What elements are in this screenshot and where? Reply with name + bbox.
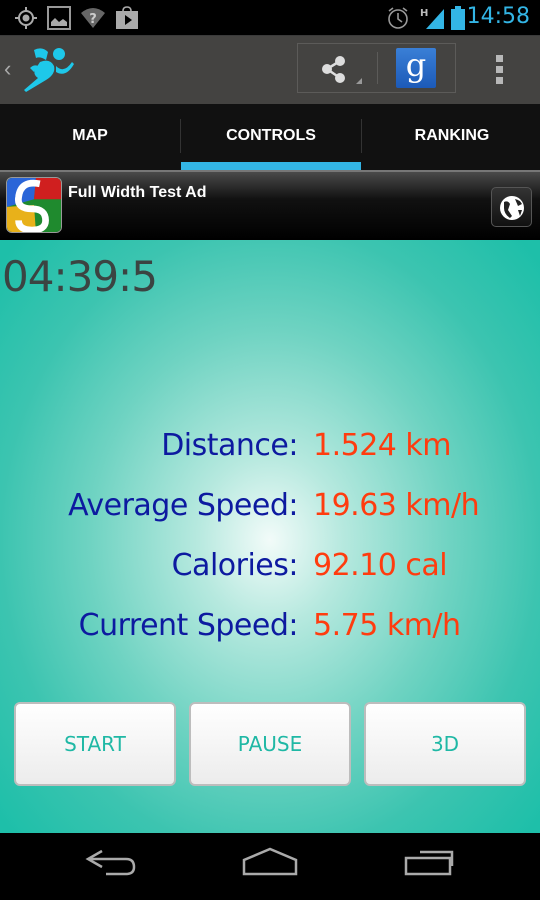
ad-action-button[interactable] <box>491 187 532 227</box>
home-icon[interactable] <box>230 847 310 887</box>
action-bar: ‹ g <box>0 36 540 104</box>
google-icon[interactable]: g <box>396 48 436 88</box>
runner-icon <box>24 48 74 92</box>
ad-banner[interactable]: Full Width Test Ad <box>0 170 540 240</box>
share-button[interactable] <box>298 44 376 92</box>
battery-icon <box>451 6 465 30</box>
svg-text:?: ? <box>89 12 97 27</box>
tab-ranking[interactable]: RANKING <box>362 104 540 170</box>
stat-value: 1.524 km <box>313 428 452 463</box>
start-button[interactable]: START <box>14 702 176 786</box>
pause-button[interactable]: PAUSE <box>189 702 351 786</box>
3d-button[interactable]: 3D <box>364 702 526 786</box>
home-up-button[interactable]: ‹ <box>0 36 84 104</box>
status-bar: ? H 14:58 <box>0 0 540 36</box>
stat-label: Calories: <box>171 548 299 583</box>
share-icon <box>322 56 362 84</box>
divider <box>377 52 378 84</box>
stat-calories: Calories: 92.10 cal <box>0 548 540 588</box>
alarm-icon <box>388 7 408 29</box>
stat-label: Current Speed: <box>78 608 299 643</box>
stat-value: 92.10 cal <box>313 548 448 583</box>
overflow-menu-icon[interactable] <box>486 52 514 88</box>
globe-icon <box>500 196 524 220</box>
tab-bar: MAP CONTROLS RANKING <box>0 104 540 170</box>
stat-average-speed: Average Speed: 19.63 km/h <box>0 488 540 528</box>
tab-map[interactable]: MAP <box>0 104 180 170</box>
wifi-unknown-icon: ? <box>81 8 105 28</box>
navigation-bar <box>0 833 540 900</box>
stat-distance: Distance: 1.524 km <box>0 428 540 468</box>
google-logo-icon <box>6 177 62 233</box>
stat-label: Distance: <box>161 428 298 463</box>
gps-icon <box>15 7 37 29</box>
stat-value: 19.63 km/h <box>313 488 480 523</box>
elapsed-timer: 04:39:5 <box>2 252 158 301</box>
back-icon[interactable] <box>72 847 152 887</box>
svg-text:H: H <box>420 8 428 19</box>
controls-panel: 04:39:5 Distance: 1.524 km Average Speed… <box>0 240 540 833</box>
stat-label: Average Speed: <box>68 488 298 523</box>
recent-apps-icon[interactable] <box>392 847 472 887</box>
gallery-icon <box>47 6 71 30</box>
clock: 14:58 <box>466 4 530 29</box>
tab-controls[interactable]: CONTROLS <box>181 104 361 170</box>
up-caret-icon: ‹ <box>4 56 12 81</box>
stat-current-speed: Current Speed: 5.75 km/h <box>0 608 540 648</box>
ad-title: Full Width Test Ad <box>68 184 207 201</box>
play-store-icon <box>116 6 138 29</box>
action-group: g <box>297 43 456 93</box>
signal-h-icon: H <box>420 8 444 29</box>
tab-selected-indicator <box>181 162 361 170</box>
stat-value: 5.75 km/h <box>313 608 461 643</box>
